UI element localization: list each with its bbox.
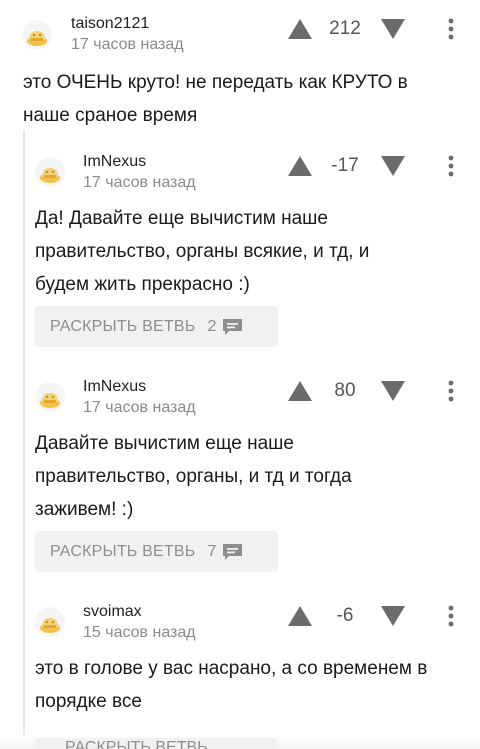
comment-bubble-icon: [222, 318, 243, 336]
default-avatar-icon: [35, 382, 65, 412]
rating-value: 212: [329, 18, 361, 39]
comment: ImNexus 17 часов назад -17 Да! Давайте е…: [0, 140, 480, 355]
username[interactable]: taison2121: [71, 15, 149, 33]
comment-text: это ОЧЕНЬ круто! не передать как КРУТО в…: [23, 66, 463, 132]
more-options-icon[interactable]: [448, 155, 454, 177]
rating-value: -6: [336, 605, 354, 626]
rating-value: 80: [334, 380, 356, 401]
more-options-icon[interactable]: [448, 605, 454, 627]
default-avatar-icon: [35, 157, 65, 187]
reply-count: 2: [207, 317, 217, 335]
avatar[interactable]: [35, 607, 65, 637]
expand-branch-button[interactable]: РАСКРЫТЬ ВЕТВЬ 1: [35, 738, 277, 749]
expand-branch-label-text: РАСКРЫТЬ ВЕТВЬ: [65, 739, 208, 749]
avatar[interactable]: [35, 157, 65, 187]
timestamp: 17 часов назад: [71, 36, 184, 53]
comment: svoimax 15 часов назад -6 это в голове у…: [0, 590, 480, 740]
expand-branch-label: РАСКРЫТЬ ВЕТВЬ 1: [35, 739, 277, 749]
downvote-icon[interactable]: [380, 605, 406, 627]
comment-text-line: Да! Давайте еще вычистим наше: [35, 208, 328, 229]
comment-text: Давайте вычистим еще наше правительство,…: [35, 427, 465, 526]
comment-text-line: это в голове у вас насрано, а со времене…: [35, 658, 428, 679]
timestamp: 17 часов назад: [83, 399, 196, 416]
avatar[interactable]: [22, 20, 52, 50]
comment-text: Да! Давайте еще вычистим наше правительс…: [35, 202, 465, 301]
comment-text-line: порядке все: [35, 691, 142, 712]
upvote-icon[interactable]: [287, 18, 313, 40]
comment-text: это в голове у вас насрано, а со времене…: [35, 652, 475, 718]
expand-branch-button[interactable]: РАСКРЫТЬ ВЕТВЬ 2: [35, 306, 278, 347]
more-options-icon[interactable]: [448, 18, 454, 40]
upvote-icon[interactable]: [287, 605, 313, 627]
comment: taison2121 17 часов назад 212 это ОЧЕНЬ …: [0, 0, 480, 130]
username[interactable]: ImNexus: [83, 378, 146, 396]
comment-text-line: заживем! :): [35, 499, 134, 520]
upvote-icon[interactable]: [287, 155, 313, 177]
expand-branch-button[interactable]: РАСКРЫТЬ ВЕТВЬ 7: [35, 531, 278, 572]
avatar[interactable]: [35, 382, 65, 412]
rating-value: -17: [331, 155, 359, 176]
downvote-icon[interactable]: [380, 18, 406, 40]
more-options-icon[interactable]: [448, 380, 454, 402]
downvote-icon[interactable]: [380, 155, 406, 177]
username[interactable]: ImNexus: [83, 153, 146, 171]
timestamp: 15 часов назад: [83, 624, 196, 641]
expand-branch-label: РАСКРЫТЬ ВЕТВЬ: [50, 317, 196, 335]
timestamp: 17 часов назад: [83, 174, 196, 191]
username[interactable]: svoimax: [83, 603, 142, 621]
comment-text-line: Давайте вычистим еще наше: [35, 433, 294, 454]
reply-count: 7: [207, 542, 217, 560]
expand-branch-label: РАСКРЫТЬ ВЕТВЬ: [50, 542, 196, 560]
comment-text-line: правительство, органы, и тд и тогда: [35, 466, 352, 487]
upvote-icon[interactable]: [287, 380, 313, 402]
comment-text-line: это ОЧЕНЬ круто! не передать как КРУТО в: [23, 72, 408, 93]
comment: ImNexus 17 часов назад 80 Давайте вычист…: [0, 365, 480, 580]
comment-text-line: наше сраное время: [23, 105, 198, 126]
downvote-icon[interactable]: [380, 380, 406, 402]
comment-bubble-icon: [222, 543, 243, 561]
default-avatar-icon: [22, 20, 52, 50]
default-avatar-icon: [35, 607, 65, 637]
comment-text-line: будем жить прекрасно :): [35, 274, 250, 295]
comment-text-line: правительство, органы всякие, и тд, и: [35, 241, 370, 262]
